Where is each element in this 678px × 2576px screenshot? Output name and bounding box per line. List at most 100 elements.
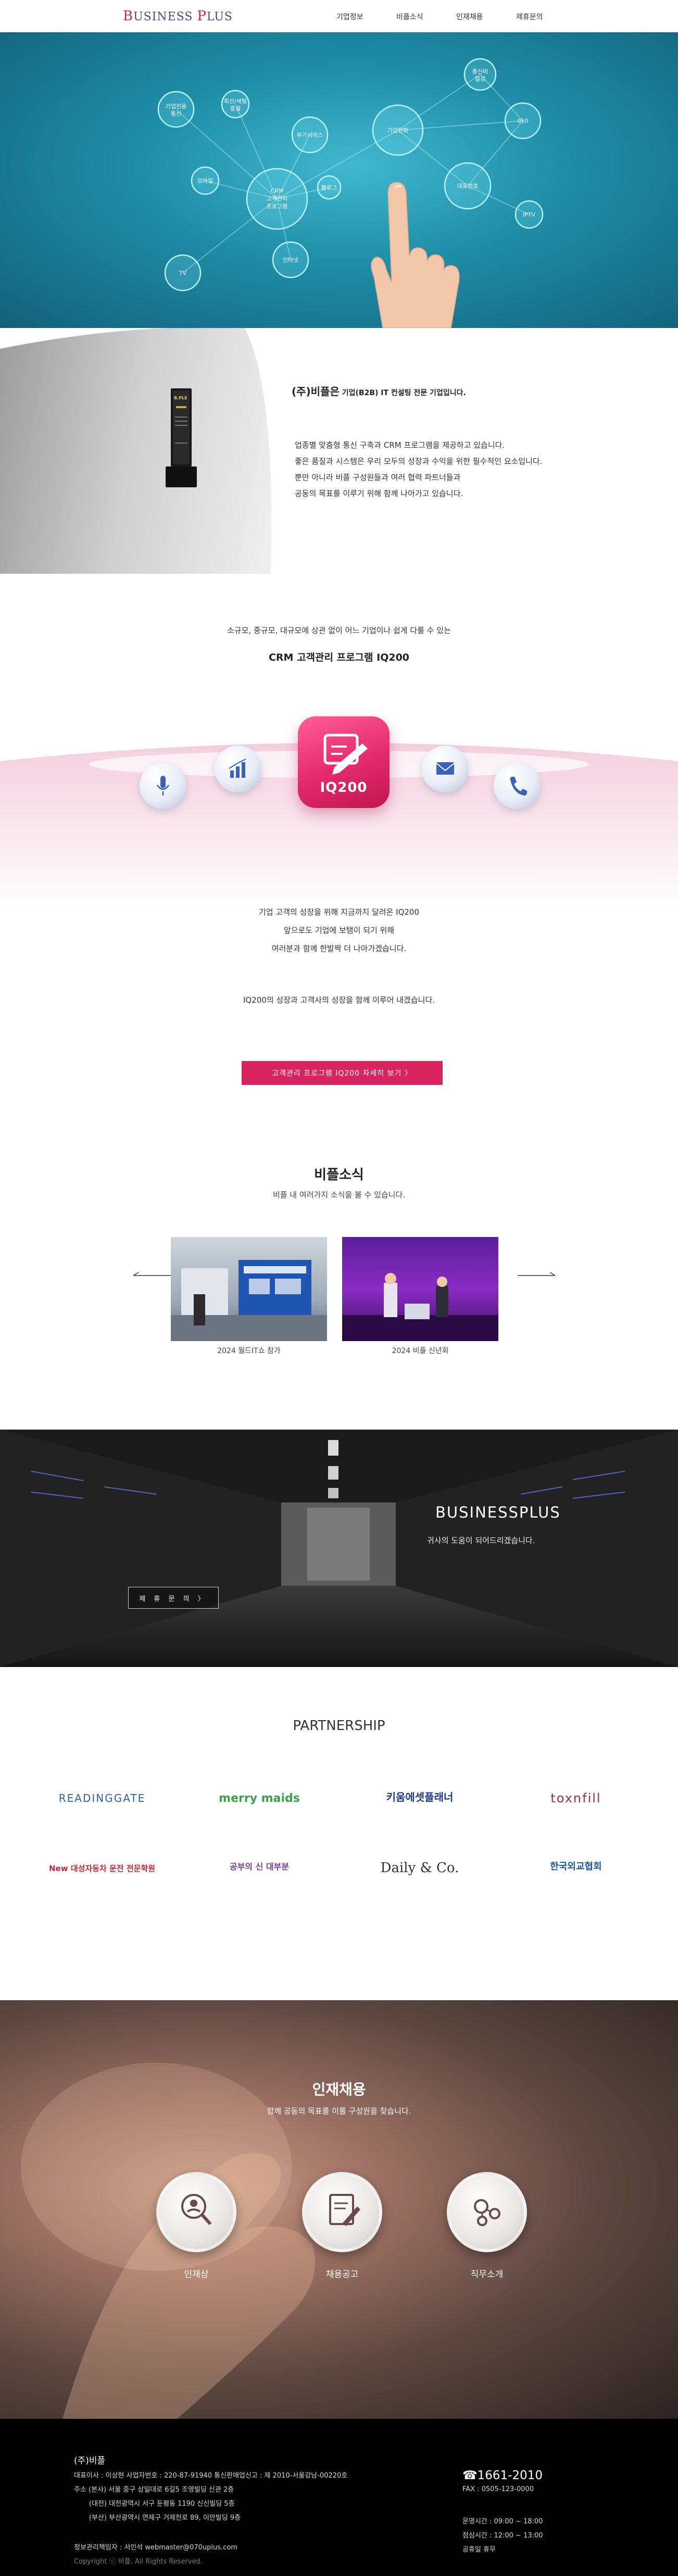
job-posting-icon[interactable] [302,2172,382,2252]
banner-subtitle: 귀사의 도움이 되어드리겠습니다. [427,1536,535,1545]
hero-label-tv: TV [179,270,187,276]
server-room-photo [0,1430,678,1667]
footer-hours-line: 운영시간 : 09:00 ~ 18:00 [462,2518,543,2526]
partner-logo-text: 공부의 신 대부분 [229,1862,290,1872]
site-footer: (주)비플 대표이사 : 이상현 사업자번호 : 220-87-91940 통신… [0,2419,678,2576]
footer-company-name: (주)비플 [74,2456,106,2466]
recruit-section: 인재채용 함께 공동의 목표를 이룰 구성원을 찾습니다. 인재상 채용공고 직… [0,2000,678,2419]
crm-description-2: IQ200의 성장과 고객사의 성장을 함께 이루어 내겠습니다. [243,995,435,1005]
intro-heading: (주)비플은 기업(B2B) IT 컨설팅 전문 기업입니다. [292,383,466,398]
hero-label-cost-1: 통신비 [472,68,488,75]
site-header: BUSINESS PLUS 기업정보 비플소식 인재채용 제휴문의 [0,0,678,32]
hero-label-line-1: 회선/세팅 [224,98,247,105]
hero-label-iptv: IPTV [523,211,536,218]
hero-label-addon: 부가서비스 [297,132,323,138]
hero-label-business-phone: 기업전화 [387,127,408,134]
iq200-product-icon: IQ200 [298,716,390,808]
logo-text-1: USINESS [133,10,197,23]
footer-copyright: Copyright ⓒ 비플. All Rights Reserved. [74,2558,203,2566]
partner-logo-daily-co[interactable]: Daily & Co. [357,1852,482,1884]
partner-logo-readinggate[interactable]: READINGGATE [40,1783,165,1814]
hero-label-mobile: 모바일 [197,177,213,184]
news-card[interactable]: 2024 월드IT쇼 참가 [171,1237,327,1356]
hero-hand-illustration [371,182,460,328]
footer-hours-line: 공휴일 휴무 [462,2546,496,2554]
crm-section: 소규모, 중규모, 대규모에 상관 없이 어느 기업이나 쉽게 다룰 수 있는 … [0,574,678,1094]
partner-logo-text: New 대성자동차 운전 전문학원 [48,1863,156,1873]
bar-chart-icon [215,746,261,792]
partner-logo-text: Daily & Co. [380,1860,459,1876]
nav-item-partnership[interactable]: 제휴문의 [516,11,576,22]
nav-item-recruit[interactable]: 인재채용 [456,11,516,22]
partner-logo-diplomacy[interactable]: 한국외교협회 [513,1850,638,1882]
hero-label-dedicated-1: 기업전용 [166,103,186,110]
partner-logo-text: 키움에셋플래너 [386,1790,454,1803]
intro-line: 공동의 목표를 이루기 위해 함께 나아가고 있습니다. [295,489,463,498]
partner-logo-kiwoom[interactable]: 키움에셋플래너 [357,1781,482,1812]
news-photo-expo [171,1237,327,1341]
news-photo-newyear [342,1237,498,1341]
crm-desc-line: 앞으로도 기업에 보탬이 되기 위해 [283,926,395,935]
main-nav: 기업정보 비플소식 인재채용 제휴문의 [336,11,576,22]
news-card[interactable]: 2024 비플 신년회 [342,1237,498,1356]
banner-title: BUSINESSPLUS [435,1504,561,1521]
recruit-subtitle: 함께 공동의 목표를 이룰 구성원을 찾습니다. [267,2106,411,2116]
partner-logo-merry-maids[interactable]: merry maids [197,1783,322,1814]
footer-privacy-info: 정보관리책임자 : 서인석 webmaster@070uplus.com Cop… [74,2541,237,2569]
partner-logo-toxnfill[interactable]: toxnfill [513,1783,638,1814]
hero-label-050: 050 [518,118,529,124]
talent-icon[interactable] [156,2172,236,2252]
footer-hours-line: 점심시간 : 12:00 ~ 13:00 [462,2532,543,2540]
microphone-icon [140,762,186,809]
news-caption: 2024 월드IT쇼 참가 [217,1347,281,1355]
partnership-inquiry-button[interactable]: 제 휴 문 의 〉 [128,1587,219,1609]
recruit-label-posting: 채용공고 [325,2269,359,2280]
crm-subtitle: 소규모, 중규모, 대규모에 상관 없이 어느 기업이나 쉽게 다룰 수 있는 [227,626,451,635]
hero-label-crm-1: CRM [271,187,284,194]
hero-label-crm-2: 고객관리 [267,195,287,202]
arrow-left-icon[interactable] [132,1271,172,1280]
footer-hours: 운영시간 : 09:00 ~ 18:00 점심시간 : 12:00 ~ 13:0… [462,2515,543,2557]
hero-network-graphic: CRM 고객관리 프로그램 기업전화 대표번호 050 통신비 절감 IPTV … [157,58,544,328]
recruit-title: 인재채용 [312,2081,366,2098]
intro-heading-sub: 기업(B2B) IT 컨설팅 전문 기업입니다. [339,389,466,397]
job-description-icon[interactable] [447,2172,527,2252]
hero-label-internet: 인터넷 [283,257,298,263]
crm-title: CRM 고객관리 프로그램 IQ200 [268,652,410,663]
hero-label-crm-3: 프로그램 [267,203,287,210]
news-subtitle: 비플 내 여러가지 소식을 볼 수 있습니다. [272,1190,406,1199]
phone-icon [494,762,541,809]
footer-phone: ☎1661-2010 [462,2469,543,2482]
hero-label-main-number: 대표번호 [457,183,478,190]
intro-line: 뿐만 아니라 비플 구성원들과 여러 협력 파트너들과 [295,473,461,482]
footer-company-info: 대표이사 : 이상현 사업자번호 : 220-87-91940 통신판매업신고 … [74,2469,347,2525]
intro-description: 업종별 맞춤형 통신 구축과 CRM 프로그램을 제공하고 있습니다. 좋은 품… [295,437,618,502]
site-logo[interactable]: BUSINESS PLUS [123,8,233,24]
iq200-detail-button[interactable]: 고객관리 프로그램 IQ200 자세히 보기 〉 [242,1061,443,1085]
hero-section: CRM 고객관리 프로그램 기업전화 대표번호 050 통신비 절감 IPTV … [0,32,678,328]
intro-line: 업종별 맞춤형 통신 구축과 CRM 프로그램을 제공하고 있습니다. [295,440,505,450]
partner-logo-text: READINGGATE [58,1792,146,1804]
nav-item-news[interactable]: 비플소식 [396,11,456,22]
partner-logo-daesung[interactable]: New 대성자동차 운전 전문학원 [40,1852,165,1884]
footer-info-line: 주소 (본사) 서울 중구 삼일대로 6길5 조영빌딩 신관 2층 [74,2486,234,2494]
arrow-right-icon[interactable] [517,1271,556,1280]
recruit-label-jobs: 직무소개 [470,2269,504,2280]
footer-info-line: 대표이사 : 이상현 사업자번호 : 220-87-91940 통신판매업신고 … [74,2472,348,2480]
partner-logo-study[interactable]: 공부의 신 대부분 [197,1850,322,1882]
news-caption: 2024 비플 신년회 [392,1347,449,1355]
partner-logo-text: 한국외교협회 [550,1861,602,1872]
footer-privacy-officer: 정보관리책임자 : 서인석 webmaster@070uplus.com [74,2544,237,2552]
news-title: 비플소식 [314,1167,364,1183]
crm-desc-line: 기업 고객의 성장을 위해 지금까지 달려온 IQ200 [258,907,420,917]
partner-logo-text: merry maids [219,1791,300,1805]
nav-item-company[interactable]: 기업정보 [336,11,396,22]
partnership-title: PARTNERSHIP [293,1718,385,1734]
intro-section: B.PLE (주)비플은 기업(B2B) IT 컨설팅 전문 기업입니다. 업종… [0,328,678,574]
footer-info-line: (대전) 대전광역시 서구 둔평동 1190 신신빌딩 5층 [74,2500,235,2508]
recruit-label-talent: 인재상 [184,2269,209,2280]
logo-letter-p: P [197,8,207,24]
hero-label-cost-2: 절감 [475,75,485,82]
crm-description: 기업 고객의 성장을 위해 지금까지 달려온 IQ200 앞으로도 기업에 보탬… [0,903,678,958]
award-trophy: B.PLE [162,385,200,489]
